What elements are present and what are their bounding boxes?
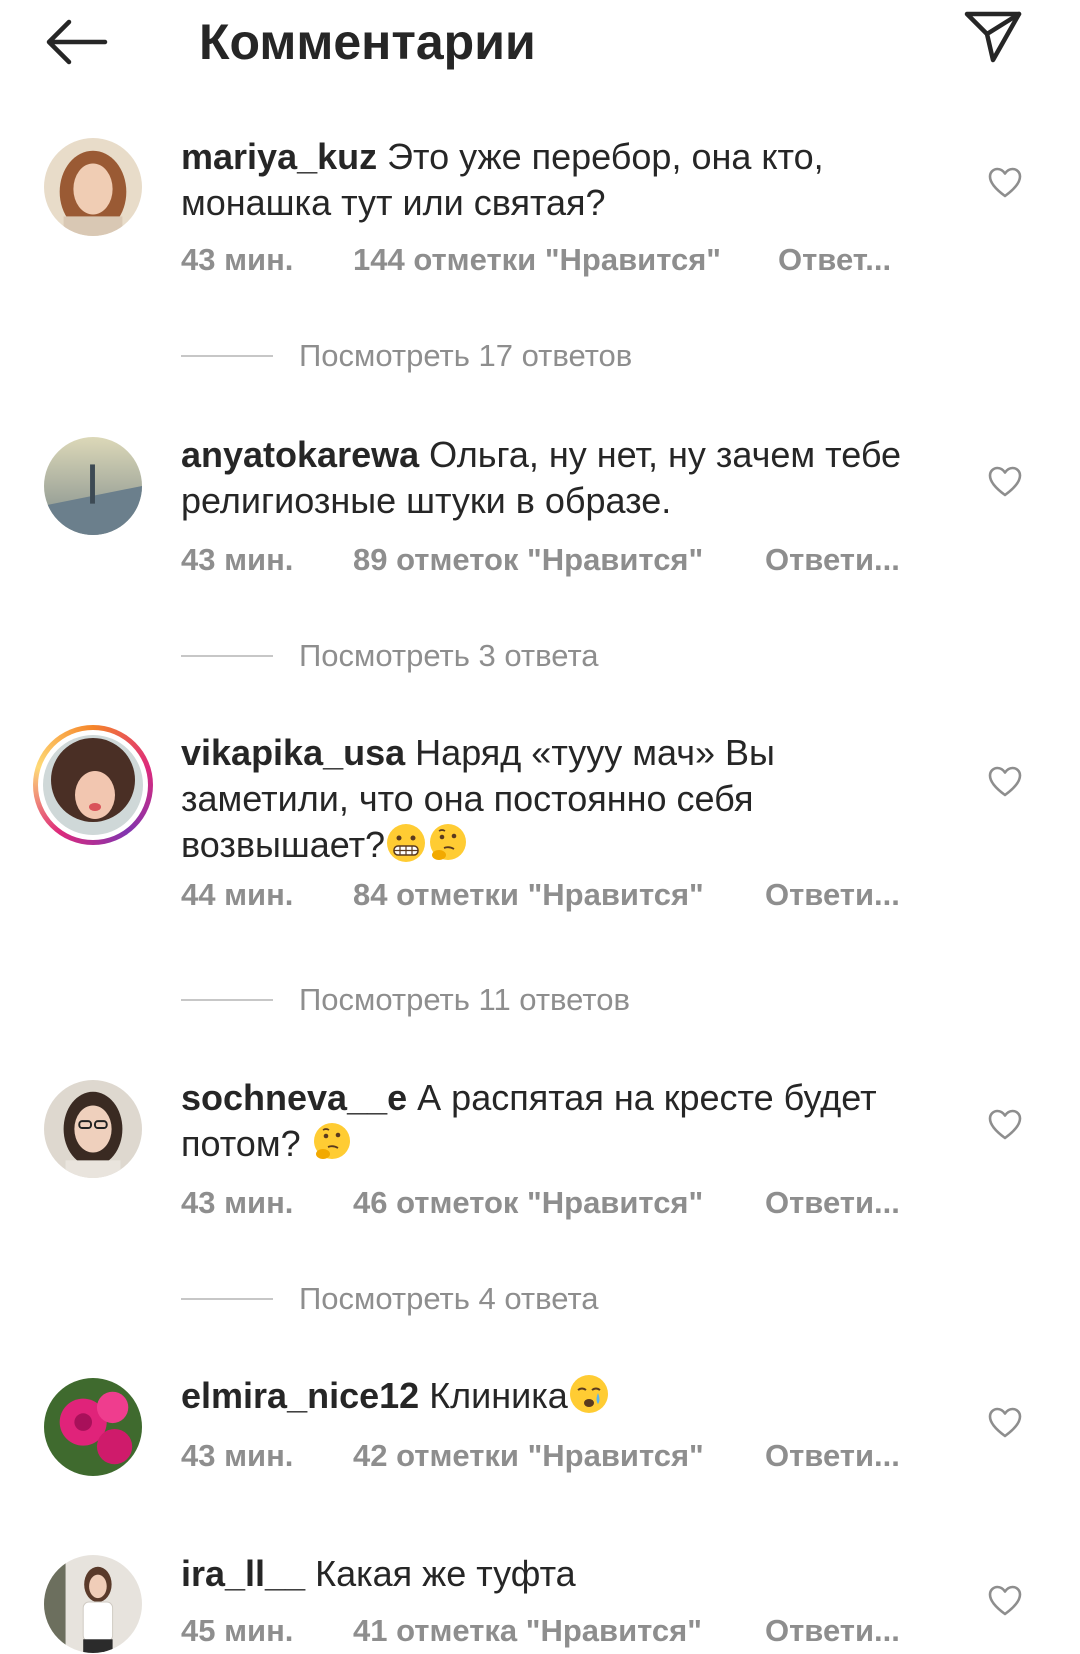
comment-message: Какая же туфта — [315, 1553, 576, 1594]
view-replies-label: Посмотреть 4 ответа — [299, 1281, 599, 1316]
heart-outline-icon[interactable] — [988, 1584, 1022, 1618]
comment-time: 43 мин. — [181, 242, 294, 277]
comment-username[interactable]: vikapika_usa — [181, 732, 405, 773]
grimacing-face-emoji — [387, 824, 426, 862]
comment-time: 45 мин. — [181, 1613, 294, 1648]
reply-button[interactable]: Ответ... — [778, 240, 891, 280]
reply-button[interactable]: Ответи... — [765, 1436, 900, 1476]
header-bar: Комментарии — [0, 0, 1080, 90]
comment-likes[interactable]: 46 отметок "Нравится" — [353, 1183, 703, 1223]
comment-time: 43 мин. — [181, 1185, 294, 1220]
arrow-left-icon — [46, 19, 108, 65]
reply-button[interactable]: Ответи... — [765, 540, 900, 580]
comment-likes[interactable]: 41 отметка "Нравится" — [353, 1611, 702, 1651]
avatar-image — [44, 437, 142, 535]
reply-button[interactable]: Ответи... — [765, 875, 900, 915]
avatar[interactable] — [44, 437, 142, 535]
comment-likes[interactable]: 42 отметки "Нравится" — [353, 1436, 704, 1476]
avatar[interactable] — [44, 138, 142, 236]
comment-likes[interactable]: 84 отметки "Нравится" — [353, 875, 704, 915]
comment-time: 44 мин. — [181, 877, 294, 912]
comment-text: anyatokarewa Ольга, ну нет, ну зачем теб… — [181, 432, 941, 524]
thinking-face-emoji — [313, 1123, 350, 1159]
view-replies-label: Посмотреть 17 ответов — [299, 338, 633, 373]
heart-outline-icon[interactable] — [988, 166, 1022, 200]
comment-text: vikapika_usa Наряд «тууу мач» Вы заметил… — [181, 730, 941, 868]
comment-likes[interactable]: 89 отметок "Нравится" — [353, 540, 703, 580]
comment-username[interactable]: sochneva__e — [181, 1077, 407, 1118]
avatar-image — [43, 735, 143, 835]
comment-time: 43 мин. — [181, 1438, 294, 1473]
avatar-image — [44, 138, 142, 236]
comment-likes[interactable]: 144 отметки "Нравится" — [353, 240, 721, 280]
page-title: Комментарии — [199, 14, 536, 70]
comment-text: ira_ll__ Какая же туфта — [181, 1551, 941, 1597]
heart-outline-icon[interactable] — [988, 1406, 1022, 1440]
back-button[interactable] — [42, 14, 112, 70]
comment-text: elmira_nice12 Клиника — [181, 1373, 941, 1419]
comment-text: mariya_kuz Это уже перебор, она кто, мон… — [181, 134, 941, 226]
thinking-face-emoji — [430, 824, 467, 860]
divider-line — [181, 999, 273, 1001]
comment-username[interactable]: anyatokarewa — [181, 434, 419, 475]
heart-outline-icon[interactable] — [988, 765, 1022, 799]
comment-message: Клиника — [429, 1375, 568, 1416]
divider-line — [181, 655, 273, 657]
avatar[interactable] — [44, 1080, 142, 1178]
comment-time: 43 мин. — [181, 542, 294, 577]
view-replies-label: Посмотреть 3 ответа — [299, 638, 599, 673]
avatar-image — [44, 1378, 142, 1476]
divider-line — [181, 1298, 273, 1300]
heart-outline-icon[interactable] — [988, 465, 1022, 499]
divider-line — [181, 355, 273, 357]
heart-outline-icon[interactable] — [988, 1108, 1022, 1142]
avatar[interactable] — [44, 1378, 142, 1476]
comment-username[interactable]: mariya_kuz — [181, 136, 377, 177]
comment-text: sochneva__e А распятая на кресте будет п… — [181, 1075, 941, 1167]
avatar-image — [44, 1555, 142, 1653]
comment-username[interactable]: ira_ll__ — [181, 1553, 305, 1594]
view-replies-label: Посмотреть 11 ответов — [299, 982, 630, 1017]
avatar-image — [44, 1080, 142, 1178]
comment-username[interactable]: elmira_nice12 — [181, 1375, 419, 1416]
crying-face-emoji — [569, 1375, 608, 1413]
avatar-story-ring[interactable] — [33, 725, 153, 845]
share-button[interactable] — [958, 4, 1028, 68]
paper-plane-icon — [964, 11, 1022, 63]
reply-button[interactable]: Ответи... — [765, 1611, 900, 1651]
reply-button[interactable]: Ответи... — [765, 1183, 900, 1223]
avatar[interactable] — [44, 1555, 142, 1653]
